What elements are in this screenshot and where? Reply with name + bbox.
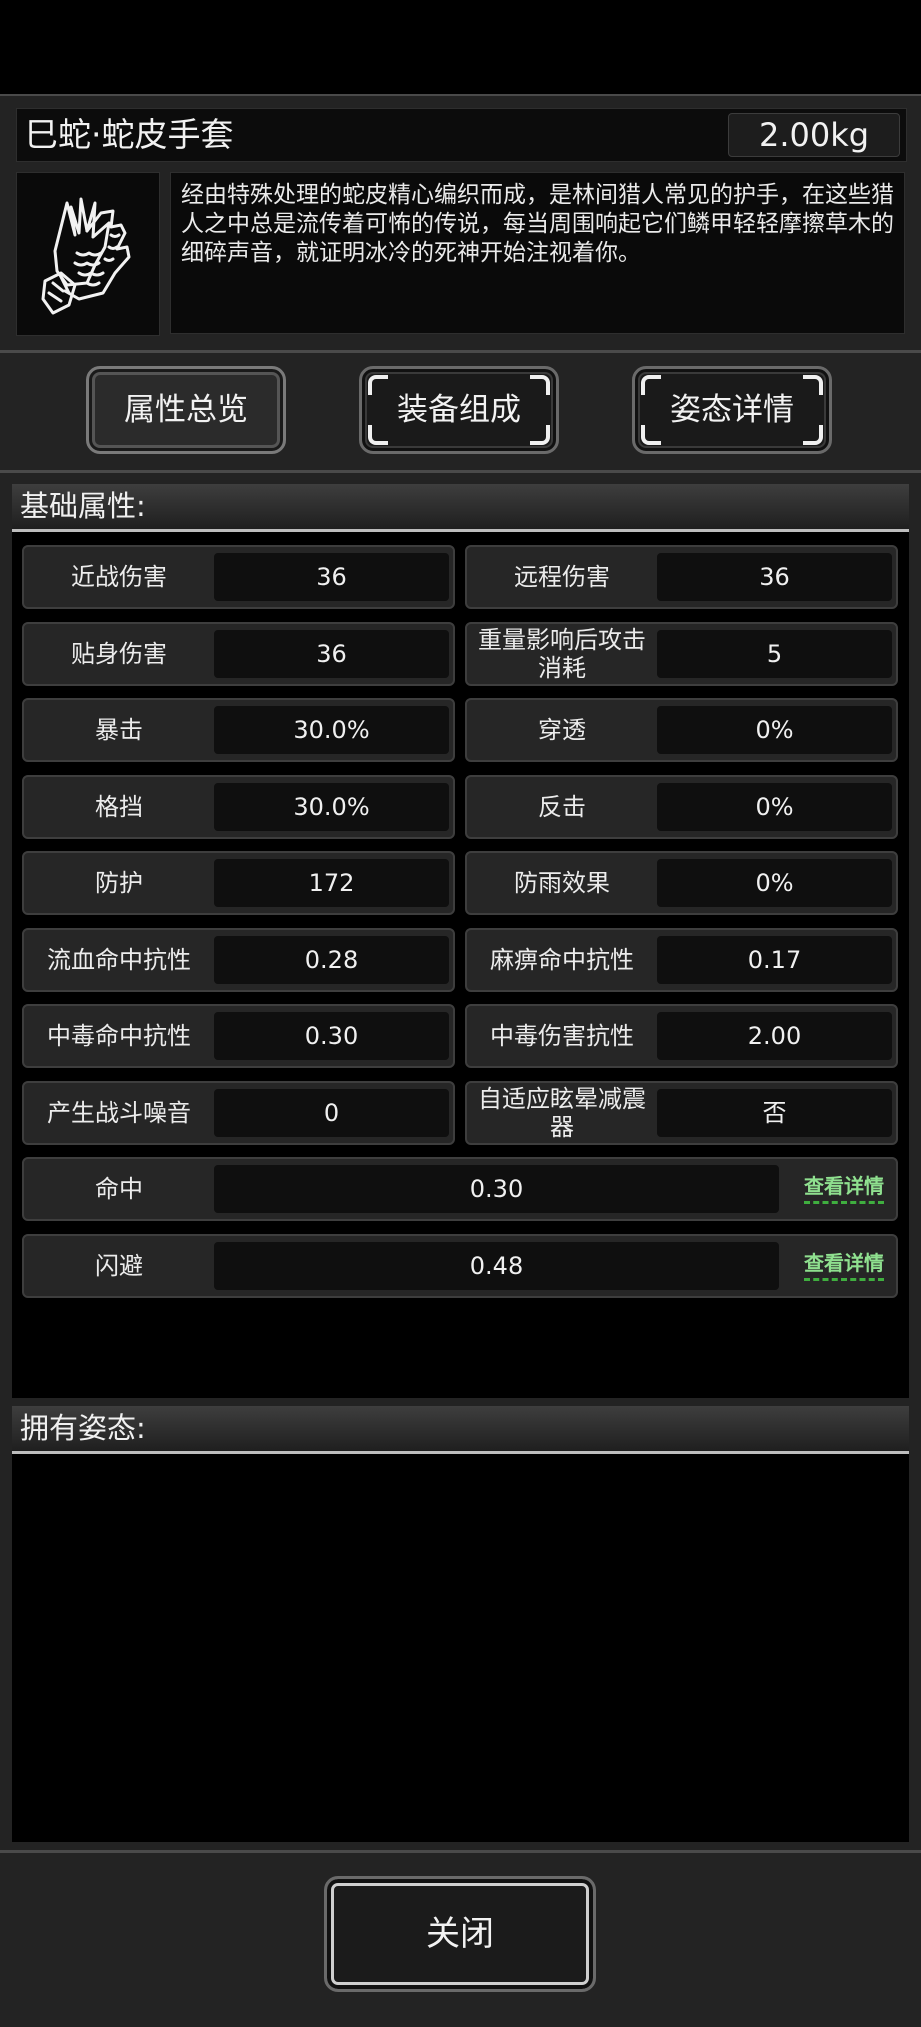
stat-cell: 防护 172 [22,851,455,915]
stat-cell: 贴身伤害 36 [22,621,455,686]
base-attributes-title: 基础属性: [12,484,909,532]
corner-decoration [368,425,388,445]
stat-label: 贴身伤害 [71,639,167,668]
stat-value: 36 [657,553,892,601]
stat-cell: 穿透 0% [465,698,898,762]
stat-cell: 格挡 30.0% [22,774,455,839]
stat-value: 172 [214,859,449,907]
stat-value: 36 [214,629,449,678]
stat-label: 近战伤害 [71,563,167,591]
tab-stance-details-label: 姿态详情 [670,392,794,428]
stat-label: 产生战斗噪音 [47,1098,191,1127]
corner-decoration [803,425,823,445]
corner-decoration [530,425,550,445]
base-attributes-section: 基础属性: 近战伤害 36 远程伤害 36 贴身伤害 36 重量影响后攻击消耗 5 暴击 30.0… [12,484,909,1398]
stat-cell: 自适应眩晕减震器否 [465,1080,898,1145]
stat-value: 30.0% [214,706,449,754]
stance-title: 拥有姿态: [12,1406,909,1454]
header-divider [0,350,921,353]
stat-value: 0 [214,1088,449,1137]
stat-cell: 暴击 30.0% [22,698,455,762]
tab-attribute-overview-label: 属性总览 [124,392,248,428]
corner-decoration [803,375,823,395]
tab-attribute-overview[interactable]: 属性总览 [86,366,286,454]
stat-value: 30.0% [214,782,449,831]
stat-value: 0.48 [214,1241,779,1290]
stat-cell: 重量影响后攻击消耗 5 [465,621,898,686]
stat-label: 麻痹命中抗性 [490,945,634,974]
stat-cell: 近战伤害 36 [22,545,455,609]
corner-decoration [641,375,661,395]
stat-value: 否 [657,1088,892,1137]
stat-label: 反击 [538,792,586,821]
stat-label: 重量影响后攻击消耗 [478,625,646,682]
tabs-divider [0,470,921,473]
tab-equipment-composition-label: 装备组成 [397,392,521,428]
stat-value: 0% [657,859,892,907]
stance-section: 拥有姿态: [12,1406,909,1842]
view-details-link[interactable]: 查看详情 [804,1250,884,1281]
stance-list [12,1454,909,1842]
stat-label: 中毒命中抗性 [47,1022,191,1050]
stat-cell: 中毒伤害抗性 2.00 [465,1004,898,1068]
stat-value: 5 [657,629,892,678]
stat-label: 暴击 [95,716,143,744]
item-title-bar: 巳蛇·蛇皮手套 2.00kg [16,108,907,162]
item-description: 经由特殊处理的蛇皮精心编织而成，是林间猎人常见的护手，在这些猎人之中总是流传着可… [170,172,905,334]
stat-label: 防护 [95,869,143,897]
stat-cell: 中毒命中抗性 0.30 [22,1004,455,1068]
stat-label: 远程伤害 [514,563,610,591]
stat-value: 0.17 [657,935,892,984]
item-icon-frame [16,172,160,336]
stat-value: 0.30 [214,1012,449,1060]
stat-cell: 产生战斗噪音 0 [22,1080,455,1145]
stat-label: 闪避 [95,1251,143,1280]
stat-value: 0% [657,706,892,754]
corner-decoration [368,375,388,395]
stat-label: 命中 [95,1175,143,1203]
close-button-label: 关闭 [426,1914,494,1954]
stat-value: 0.28 [214,935,449,984]
stat-label: 防雨效果 [514,869,610,897]
stat-value: 0.30 [214,1165,779,1213]
tab-equipment-composition[interactable]: 装备组成 [359,366,559,454]
stat-label: 流血命中抗性 [47,945,191,974]
stat-label: 中毒伤害抗性 [490,1022,634,1050]
snakeskin-gloves-icon [41,197,131,315]
stat-cell: 流血命中抗性 0.28 [22,927,455,992]
stat-value: 0% [657,782,892,831]
item-weight: 2.00kg [728,113,900,157]
stat-cell: 麻痹命中抗性 0.17 [465,927,898,992]
stat-label: 格挡 [95,792,143,821]
view-details-link[interactable]: 查看详情 [804,1173,884,1204]
wide-stat-cell: 命中 0.30 查看详情 [22,1157,898,1221]
corner-decoration [641,425,661,445]
stat-cell: 反击 0% [465,774,898,839]
footer-divider [0,1850,921,1853]
stat-label: 穿透 [538,716,586,744]
wide-stat-cell: 闪避 0.48 查看详情 [22,1233,898,1298]
item-title: 巳蛇·蛇皮手套 [25,115,234,154]
stat-cell: 防雨效果 0% [465,851,898,915]
close-button[interactable]: 关闭 [324,1876,596,1992]
tab-stance-details[interactable]: 姿态详情 [632,366,832,454]
stat-value: 2.00 [657,1012,892,1060]
stat-value: 36 [214,553,449,601]
corner-decoration [530,375,550,395]
stat-label: 自适应眩晕减震器 [478,1084,646,1141]
stat-cell: 远程伤害 36 [465,545,898,609]
